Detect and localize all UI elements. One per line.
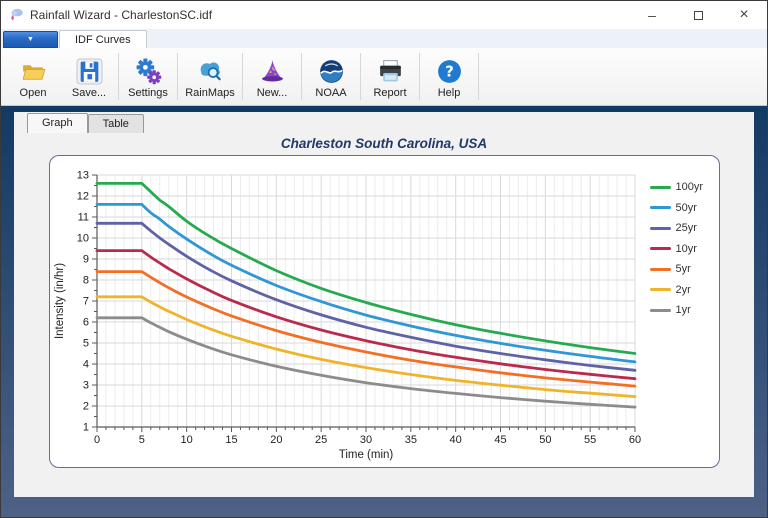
save-button[interactable]: Save...	[61, 48, 117, 105]
svg-text:10: 10	[180, 434, 192, 446]
legend-item-50yr: 50yr	[649, 198, 704, 219]
tab-table[interactable]: Table	[87, 114, 144, 133]
legend-line-swatch	[649, 206, 671, 210]
ribbon-tab-row: ▼ IDF Curves	[1, 29, 767, 48]
svg-text:11: 11	[77, 212, 88, 224]
svg-text:7: 7	[82, 296, 88, 308]
maximize-icon	[693, 10, 703, 20]
svg-text:15: 15	[225, 434, 237, 446]
svg-text:50: 50	[539, 434, 551, 446]
title-bar: Rainfall Wizard - CharlestonSC.idf – ×	[1, 1, 767, 29]
noaa-button[interactable]: NOAA	[303, 48, 359, 105]
chevron-down-icon: ▼	[27, 36, 34, 43]
svg-text:3: 3	[82, 380, 88, 392]
legend-line-swatch	[649, 267, 671, 271]
help-button[interactable]: ? Help	[421, 48, 477, 105]
toolbar-separator	[242, 53, 243, 100]
svg-text:1: 1	[82, 422, 88, 434]
tab-graph[interactable]: Graph	[27, 113, 88, 133]
toolbar-separator	[177, 53, 178, 100]
legend-label: 2yr	[675, 283, 691, 296]
open-button[interactable]: Open	[5, 48, 61, 105]
svg-text:25: 25	[315, 434, 327, 446]
window-controls: – ×	[629, 1, 767, 29]
svg-text:0: 0	[93, 434, 99, 446]
svg-text:6: 6	[82, 317, 88, 329]
legend-label: 50yr	[675, 201, 697, 214]
save-icon	[76, 58, 102, 84]
legend-item-2yr: 2yr	[649, 280, 704, 301]
main-toolbar: Open Save... Settings RainMaps New... NO…	[1, 48, 767, 106]
svg-text:4: 4	[82, 359, 88, 371]
chart-legend: 100yr 50yr 25yr 10yr 5yr 2yr 1yr	[649, 177, 704, 321]
svg-text:9: 9	[82, 254, 88, 266]
legend-line-swatch	[649, 185, 671, 189]
svg-text:55: 55	[584, 434, 596, 446]
legend-item-100yr: 100yr	[649, 177, 704, 198]
legend-item-1yr: 1yr	[649, 300, 704, 321]
client-area: Graph Table Charleston South Carolina, U…	[1, 106, 767, 517]
svg-text:13: 13	[76, 170, 88, 182]
x-axis-label: Time (min)	[338, 449, 393, 461]
rainfall-wizard-app-icon	[11, 8, 23, 21]
legend-item-5yr: 5yr	[649, 259, 704, 280]
rainmaps-button[interactable]: RainMaps	[179, 48, 241, 105]
legend-label: 25yr	[675, 222, 697, 235]
maximize-button[interactable]	[675, 1, 721, 29]
help-icon: ?	[437, 59, 461, 83]
minimize-button[interactable]: –	[629, 1, 675, 29]
legend-label: 1yr	[675, 304, 691, 317]
toolbar-separator	[301, 53, 302, 100]
gears-icon	[136, 58, 161, 84]
svg-text:10: 10	[76, 233, 88, 245]
svg-text:12: 12	[76, 191, 88, 203]
toolbar-separator	[118, 53, 119, 100]
folder-open-icon	[22, 64, 45, 80]
cloud-search-icon	[200, 61, 221, 80]
legend-label: 10yr	[675, 242, 697, 255]
content-panel: Graph Table Charleston South Carolina, U…	[14, 112, 754, 497]
svg-text:20: 20	[270, 434, 282, 446]
wizard-hat-icon	[261, 59, 283, 81]
toolbar-separator	[478, 53, 479, 100]
printer-icon	[379, 59, 401, 81]
y-axis-label: Intensity (in/hr)	[54, 263, 66, 339]
idf-plot-area: 0 5 10 15 20 25 30 35 40 45 50 55 601234567891011121…	[54, 170, 641, 462]
ribbon-tab-idf-curves[interactable]: IDF Curves	[59, 30, 147, 48]
svg-text:2: 2	[82, 401, 88, 413]
toolbar-separator	[360, 53, 361, 100]
legend-item-10yr: 10yr	[649, 239, 704, 260]
noaa-logo-icon	[319, 59, 343, 83]
settings-button[interactable]: Settings	[120, 48, 176, 105]
svg-text:35: 35	[404, 434, 416, 446]
svg-text:45: 45	[494, 434, 506, 446]
chart-title: Charleston South Carolina, USA	[280, 136, 488, 151]
close-button[interactable]: ×	[721, 1, 767, 29]
svg-text:8: 8	[82, 275, 88, 287]
new-button[interactable]: New...	[244, 48, 300, 105]
legend-label: 5yr	[675, 263, 691, 276]
toolbar-separator	[419, 53, 420, 100]
legend-item-25yr: 25yr	[649, 218, 704, 239]
report-button[interactable]: Report	[362, 48, 418, 105]
svg-text:40: 40	[449, 434, 461, 446]
view-tabs: Graph Table	[14, 112, 754, 133]
legend-line-swatch	[649, 288, 671, 292]
app-menu-button[interactable]: ▼	[3, 31, 58, 48]
legend-label: 100yr	[675, 181, 704, 194]
svg-text:?: ?	[445, 62, 454, 80]
svg-text:60: 60	[628, 434, 640, 446]
legend-line-swatch	[649, 226, 671, 230]
window-title: Rainfall Wizard - CharlestonSC.idf	[30, 8, 213, 22]
legend-line-swatch	[649, 308, 671, 312]
app-window: Rainfall Wizard - CharlestonSC.idf – × ▼…	[0, 0, 768, 518]
legend-line-swatch	[649, 247, 671, 251]
svg-text:5: 5	[138, 434, 144, 446]
svg-text:5: 5	[82, 338, 88, 350]
idf-chart: 0 5 10 15 20 25 30 35 40 45 50 55 60 1 2 3 4 5 6 7 8 9 10 11 12 1…	[48, 155, 720, 468]
svg-text:30: 30	[359, 434, 371, 446]
